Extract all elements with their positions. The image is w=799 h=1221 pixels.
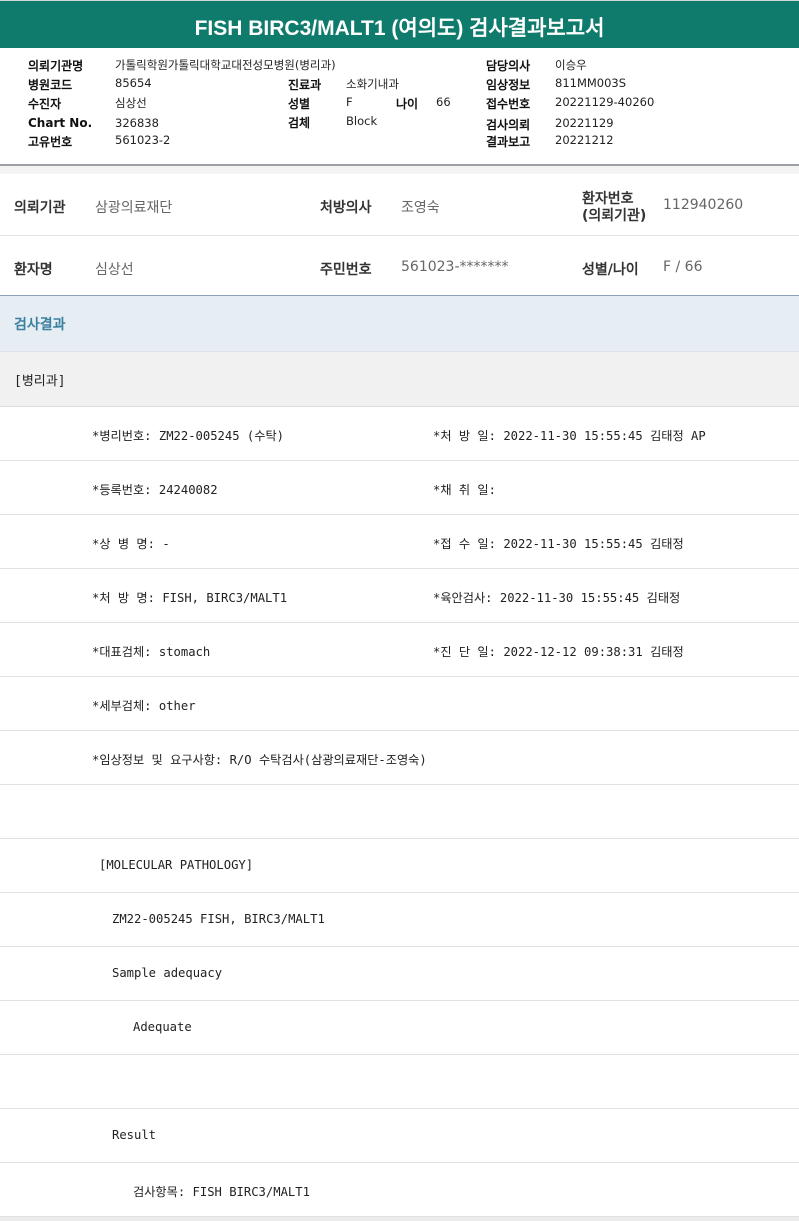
line-left: ZM22-005245 FISH, BIRC3/MALT1 xyxy=(112,912,325,926)
info-value-receipt-no: 20221129-40260 xyxy=(555,95,655,109)
info-key-examinee: 수진자 xyxy=(28,97,62,111)
department-bar: [병리과] xyxy=(0,352,799,407)
line-left: *등록번호: 24240082 xyxy=(92,483,218,497)
sex-age-label: 성별/나이 xyxy=(582,262,639,278)
line-left: *처 방 명: FISH, BIRC3/MALT1 xyxy=(92,591,288,605)
line-left: Sample adequacy xyxy=(112,966,223,980)
info-value-hospital-code: 85654 xyxy=(115,76,152,90)
info-key-hospital-code: 병원코드 xyxy=(28,78,73,92)
line-right: *처 방 일: 2022-11-30 15:55:45 김태정 AP xyxy=(433,429,706,443)
rrn-label: 주민번호 xyxy=(320,262,372,278)
info-value-chart-no: 326838 xyxy=(115,116,159,130)
result-line: *상 병 명: - *접 수 일: 2022-11-30 15:55:45 김태… xyxy=(0,515,799,569)
result-line: Adequate xyxy=(0,1001,799,1055)
info-value-department: 소화기내과 xyxy=(346,77,399,91)
result-line-empty xyxy=(0,1055,799,1109)
result-line: *처 방 명: FISH, BIRC3/MALT1 *육안검사: 2022-11… xyxy=(0,569,799,623)
result-line: [MOLECULAR PATHOLOGY] xyxy=(0,839,799,893)
doctor-value: 조영숙 xyxy=(401,200,440,216)
result-line: *대표검체: stomach *진 단 일: 2022-12-12 09:38:… xyxy=(0,623,799,677)
result-section-title: 검사결과 xyxy=(14,317,66,333)
info-key-receipt-no: 접수번호 xyxy=(486,97,531,111)
result-line: *병리번호: ZM22-005245 (수탁) *처 방 일: 2022-11-… xyxy=(0,407,799,461)
info-key-sex: 성별 xyxy=(288,97,311,111)
result-line: *임상정보 및 요구사항: R/O 수탁검사(삼광의료재단-조영숙) xyxy=(0,731,799,785)
info-value-sex: F xyxy=(346,95,353,109)
doctor-label: 처방의사 xyxy=(320,200,372,216)
line-right: *진 단 일: 2022-12-12 09:38:31 김태정 xyxy=(433,645,684,659)
patient-summary: 의뢰기관 삼광의료재단 처방의사 조영숙 환자번호 (의뢰기관) 1129402… xyxy=(0,174,799,296)
patient-name-value: 심상선 xyxy=(95,262,134,278)
line-left: *세부검체: other xyxy=(92,699,196,713)
result-line: Result xyxy=(0,1109,799,1163)
line-left: Result xyxy=(112,1128,157,1142)
info-key-chart-no: Chart No. xyxy=(28,116,93,130)
info-key-department: 진료과 xyxy=(288,78,322,92)
rrn-value: 561023-******* xyxy=(401,259,509,275)
patient-name-label: 환자명 xyxy=(14,262,53,278)
info-value-report-date: 20221212 xyxy=(555,133,614,147)
line-left: *병리번호: ZM22-005245 (수탁) xyxy=(92,429,285,443)
info-value-institution: 가톨릭학원가톨릭대학교대전성모병원(병리과) xyxy=(115,58,336,72)
result-section-header: 검사결과 xyxy=(0,296,799,352)
info-key-attending: 담당의사 xyxy=(486,59,531,73)
line-left: [MOLECULAR PATHOLOGY] xyxy=(99,858,254,872)
result-lines: *병리번호: ZM22-005245 (수탁) *처 방 일: 2022-11-… xyxy=(0,407,799,1217)
result-line: ZM22-005245 FISH, BIRC3/MALT1 xyxy=(0,893,799,947)
info-key-unique-no: 고유번호 xyxy=(28,135,73,149)
info-value-attending: 이승우 xyxy=(555,58,587,72)
line-left: Adequate xyxy=(133,1020,192,1034)
line-left: *대표검체: stomach xyxy=(92,645,211,659)
info-key-report-date: 결과보고 xyxy=(486,135,531,149)
institution-label: 의뢰기관 xyxy=(14,200,66,216)
info-value-specimen: Block xyxy=(346,114,378,128)
info-key-clinical-info: 임상정보 xyxy=(486,78,531,92)
info-value-unique-no: 561023-2 xyxy=(115,133,171,147)
department-label: [병리과] xyxy=(14,374,66,389)
info-key-age: 나이 xyxy=(396,97,419,111)
result-line: *세부검체: other xyxy=(0,677,799,731)
info-value-age: 66 xyxy=(436,95,451,109)
sex-age-value: F / 66 xyxy=(663,259,703,275)
info-value-request-date: 20221129 xyxy=(555,116,614,130)
patient-row-2: 환자명 심상선 주민번호 561023-******* 성별/나이 F / 66 xyxy=(0,235,799,296)
info-key-specimen: 검체 xyxy=(288,116,311,130)
patient-no-sublabel: (의뢰기관) xyxy=(582,208,647,224)
report-info-header: 의뢰기관명 가톨릭학원가톨릭대학교대전성모병원(병리과) 병원코드 85654 … xyxy=(0,48,799,166)
patient-no-value: 112940260 xyxy=(663,197,744,213)
line-left: *상 병 명: - xyxy=(92,537,170,551)
result-line: 검사항목: FISH BIRC3/MALT1 xyxy=(0,1163,799,1217)
institution-value: 삼광의료재단 xyxy=(95,200,173,216)
line-right: *육안검사: 2022-11-30 15:55:45 김태정 xyxy=(433,591,681,605)
line-right: *접 수 일: 2022-11-30 15:55:45 김태정 xyxy=(433,537,684,551)
line-left: *임상정보 및 요구사항: R/O 수탁검사(삼광의료재단-조영숙) xyxy=(92,753,427,767)
info-value-examinee: 심상선 xyxy=(115,96,147,110)
result-line-empty xyxy=(0,785,799,839)
report-title: FISH BIRC3/MALT1 (여의도) 검사결과보고서 xyxy=(0,0,799,48)
info-key-request-date: 검사의뢰 xyxy=(486,118,531,132)
line-right: *채 취 일: xyxy=(433,483,496,497)
line-left: 검사항목: FISH BIRC3/MALT1 xyxy=(133,1185,310,1199)
result-line: Sample adequacy xyxy=(0,947,799,1001)
patient-row-1: 의뢰기관 삼광의료재단 처방의사 조영숙 환자번호 (의뢰기관) 1129402… xyxy=(0,174,799,234)
result-line: *등록번호: 24240082 *채 취 일: xyxy=(0,461,799,515)
info-value-clinical-info: 811MM003S xyxy=(555,76,627,90)
info-key-institution: 의뢰기관명 xyxy=(28,59,84,73)
